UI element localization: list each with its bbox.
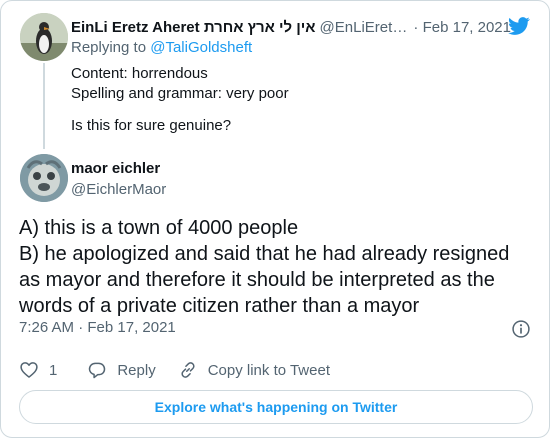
parent-text-line: Is this for sure genuine?: [71, 117, 232, 134]
replying-to-label: Replying to: [71, 39, 147, 56]
main-text-line: words of a private citizen rather than a…: [19, 295, 420, 317]
like-count: 1: [49, 361, 58, 379]
thread-connector: [43, 63, 45, 149]
main-text-line: A) this is a town of 4000 people: [19, 217, 299, 239]
tweet-actions: 1 Reply Copy link to Tweet: [19, 359, 330, 381]
parent-tweet-header: EinLi Eretz Aheret אין לי ארץ אחרת @EnLi…: [71, 17, 511, 37]
twitter-bird-icon[interactable]: [507, 15, 531, 37]
tweet-embed-card: EinLi Eretz Aheret אין לי ארץ אחרת @EnLi…: [0, 0, 550, 438]
parent-author-handle[interactable]: @EnLiEretz...: [320, 19, 408, 36]
like-button[interactable]: 1: [19, 360, 57, 380]
parent-text-line: [71, 104, 289, 116]
reply-label: Reply: [117, 361, 156, 379]
parent-author-avatar[interactable]: [20, 13, 68, 61]
parent-text-line: Content: horrendous: [71, 65, 208, 82]
parent-tweet-text: Content: horrendous Spelling and grammar…: [71, 64, 289, 136]
heart-icon: [20, 362, 38, 378]
replying-to-mention[interactable]: @TaliGoldsheft: [150, 39, 252, 56]
main-author-avatar[interactable]: [20, 154, 68, 202]
main-tweet-text: A) this is a town of 4000 people B) he a…: [19, 215, 539, 319]
copy-link-label: Copy link to Tweet: [207, 361, 330, 379]
main-author-handle[interactable]: @EichlerMaor: [71, 181, 166, 198]
main-author-name[interactable]: maor eichler: [71, 160, 160, 177]
parent-tweet-date[interactable]: · Feb 17, 2021: [413, 19, 511, 36]
main-text-line: as mayor and therefore it should be inte…: [19, 269, 495, 291]
reply-button[interactable]: Reply: [87, 360, 156, 380]
parent-author-name[interactable]: EinLi Eretz Aheret אין לי ארץ אחרת: [71, 19, 316, 36]
tweet-timestamp[interactable]: 7:26 AM · Feb 17, 2021: [19, 319, 176, 336]
explore-twitter-button[interactable]: Explore what's happening on Twitter: [19, 390, 533, 424]
replying-to-line: Replying to @TaliGoldsheft: [71, 39, 252, 56]
link-icon: [181, 362, 195, 378]
copy-link-button[interactable]: Copy link to Tweet: [178, 360, 330, 380]
main-text-line: B) he apologized and said that he had al…: [19, 243, 510, 265]
parent-text-line: Spelling and grammar: very poor: [71, 85, 289, 102]
reply-bubble-icon: [89, 362, 106, 379]
info-icon[interactable]: [511, 319, 531, 339]
